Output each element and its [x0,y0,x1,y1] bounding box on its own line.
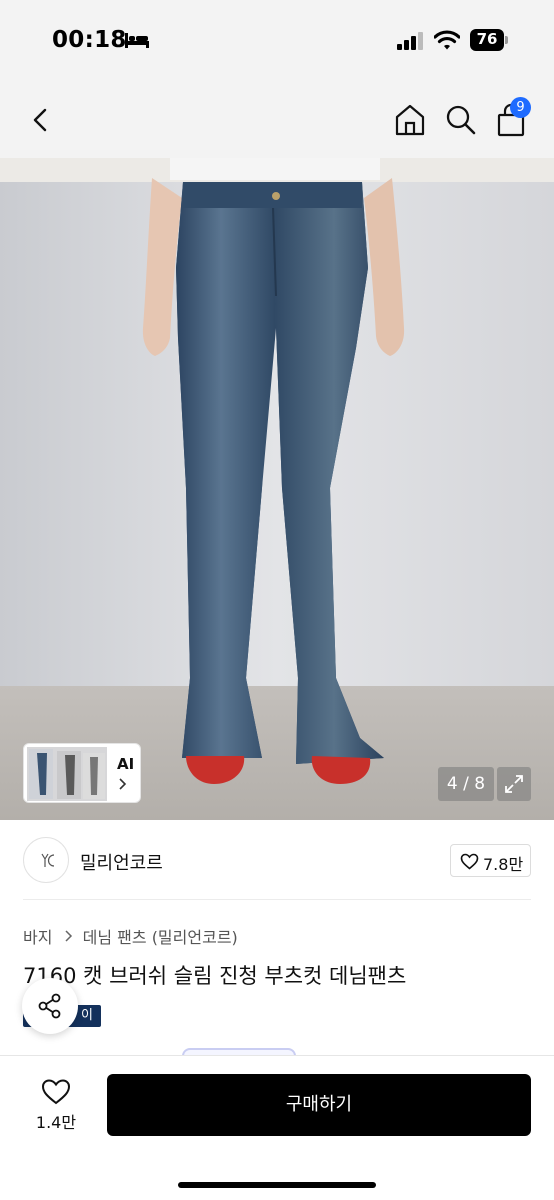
home-button[interactable] [392,102,428,138]
wishlist-count: 1.4만 [35,1113,77,1132]
search-icon [446,105,476,135]
cart-count-badge: 9 [510,97,531,118]
divider [23,899,531,900]
page-indicator: 4 / 8 [438,767,494,801]
heart-icon [41,1079,71,1105]
ai-label: AI [117,755,135,773]
status-time: 00:18 [52,27,127,53]
chevron-right-icon [65,930,72,942]
chevron-right-icon [119,778,127,790]
home-indicator [178,1182,376,1188]
wifi-icon [434,30,460,50]
brand-name[interactable]: 밀리언코르 [80,849,163,875]
thumbnail-image [27,747,107,801]
ai-thumbnail-card[interactable]: AI [23,743,141,803]
heart-icon [460,853,479,870]
product-image[interactable]: AI 4 / 8 [0,158,554,820]
buy-button[interactable]: 구매하기 [107,1074,531,1136]
status-bar: 00:18 76 [0,0,554,82]
brand-like-count: 7.8만 [483,855,524,874]
bed-icon [125,33,149,48]
brand-logo-mark [41,853,55,867]
breadcrumb-item-category[interactable]: 바지 [23,924,52,948]
breadcrumb-item-subcategory[interactable]: 데님 팬츠 (밀리언코르) [83,924,238,948]
battery-level: 76 [476,30,498,48]
home-icon [395,104,425,136]
back-chevron-icon [33,108,47,132]
brand-row[interactable]: 밀리언코르 7.8만 [0,820,554,900]
bottom-action-bar: 1.4만 구매하기 [0,1055,554,1200]
signal-icon [397,32,423,50]
back-button[interactable] [24,102,58,138]
battery-tip [505,36,508,44]
cart-button[interactable]: 9 [494,97,534,140]
product-title: 7160 캣 브러쉬 슬림 진청 부츠컷 데님팬츠 [23,964,407,988]
breadcrumb: 바지 데님 팬츠 (밀리언코르) [23,924,238,948]
product-photo [0,158,554,820]
expand-button[interactable] [497,767,531,801]
battery-icon: 76 [470,29,508,51]
brand-logo[interactable] [23,837,69,883]
expand-icon [505,775,523,793]
share-icon [38,993,61,1019]
share-button[interactable] [22,978,78,1034]
wishlist-button[interactable]: 1.4만 [30,1076,82,1136]
nav-bar: 9 [0,82,554,158]
search-button[interactable] [443,102,479,138]
brand-like-button[interactable]: 7.8만 [450,844,531,877]
